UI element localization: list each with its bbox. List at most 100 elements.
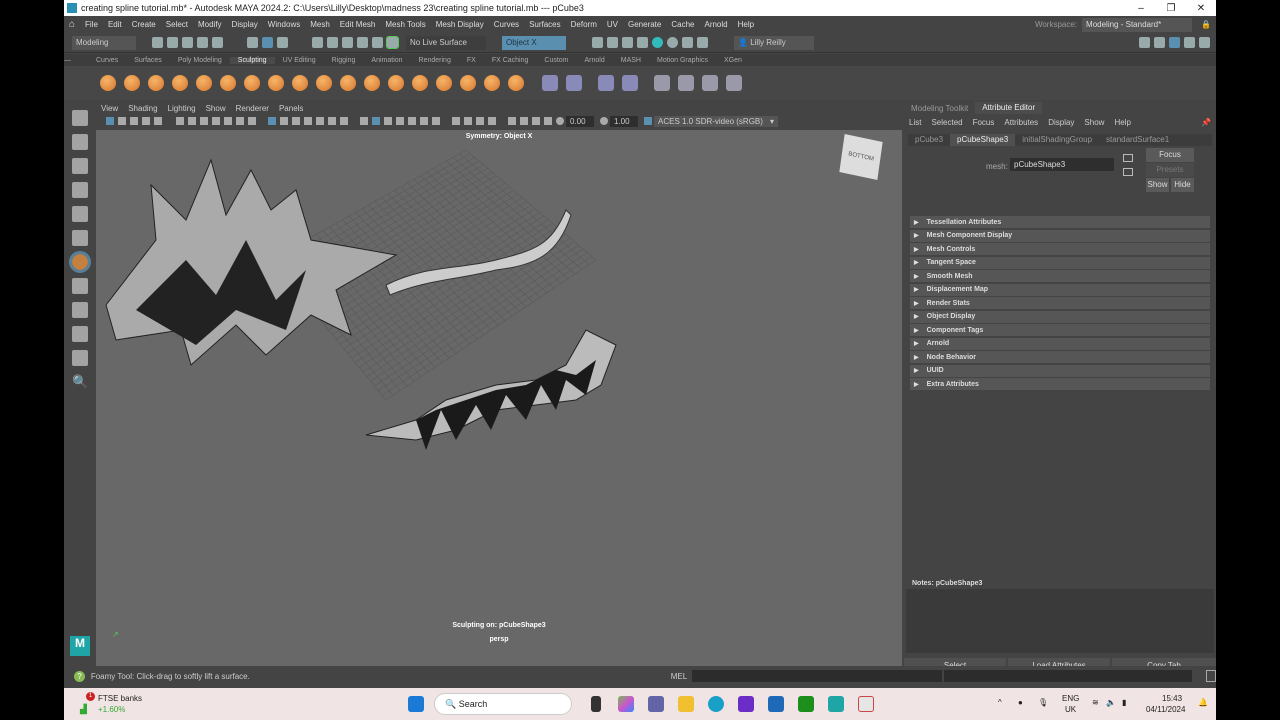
smooth-shade-icon[interactable]: [372, 117, 380, 125]
anti-aliasing-icon[interactable]: [476, 117, 484, 125]
rotate-tool-icon[interactable]: [72, 206, 88, 222]
menu-windows[interactable]: Windows: [268, 20, 300, 29]
menu-deform[interactable]: Deform: [571, 20, 597, 29]
hypershade-icon[interactable]: [652, 37, 663, 48]
ae-menu-help[interactable]: Help: [1114, 118, 1130, 127]
attribute-section[interactable]: ▶ Arnold: [910, 337, 1210, 351]
menu-mesh[interactable]: Mesh: [310, 20, 330, 29]
hide-button[interactable]: Hide: [1171, 178, 1194, 192]
xray-icon[interactable]: [304, 117, 312, 125]
image-plane-icon[interactable]: [142, 117, 150, 125]
menu-modify[interactable]: Modify: [198, 20, 222, 29]
shelf-tab[interactable]: Poly Modeling: [170, 57, 230, 64]
edge-icon[interactable]: [708, 696, 724, 712]
bulge-tool-icon[interactable]: [460, 75, 476, 91]
arnold-render-icon[interactable]: [667, 37, 678, 48]
grab-tool-icon[interactable]: [172, 75, 188, 91]
resolution-gate-icon[interactable]: [200, 117, 208, 125]
snapshot-icon[interactable]: [520, 117, 528, 125]
fill-tool-icon[interactable]: [388, 75, 404, 91]
shelf-tab[interactable]: Surfaces: [126, 57, 170, 64]
node-tab-standardsurface1[interactable]: standardSurface1: [1099, 134, 1176, 146]
view-cube[interactable]: BOTTOM: [839, 133, 883, 181]
lasso-tool-icon[interactable]: [72, 134, 88, 150]
vp-menu-view[interactable]: View: [101, 104, 118, 113]
shelf-tab[interactable]: Arnold: [577, 57, 613, 64]
language-top[interactable]: ENG: [1062, 694, 1079, 703]
ae-menu-selected[interactable]: Selected: [931, 118, 962, 127]
clock-date[interactable]: 04/11/2024: [1146, 705, 1185, 714]
ambient-occlusion-icon[interactable]: [452, 117, 460, 125]
convert-to-frozen-icon[interactable]: [542, 75, 558, 91]
shelf-tab[interactable]: UV Editing: [275, 57, 324, 64]
motion-blur-icon[interactable]: [464, 117, 472, 125]
select-tool-icon[interactable]: [72, 110, 88, 126]
invert-freeze-icon[interactable]: [598, 75, 614, 91]
expand-arrow-icon[interactable]: ▶: [914, 232, 919, 239]
gamma-field[interactable]: 1.00: [610, 115, 638, 127]
menu-mesh-tools[interactable]: Mesh Tools: [385, 20, 425, 29]
expand-arrow-icon[interactable]: ▶: [914, 286, 919, 293]
undo-icon[interactable]: [197, 37, 208, 48]
menu-uv[interactable]: UV: [607, 20, 618, 29]
script-editor-icon[interactable]: [1206, 670, 1217, 682]
store-icon[interactable]: [768, 696, 784, 712]
attribute-section[interactable]: ▶ Tangent Space: [910, 256, 1210, 270]
menu-help[interactable]: Help: [738, 20, 754, 29]
app-icon[interactable]: [738, 696, 754, 712]
modeling-toolkit-icon[interactable]: [1139, 37, 1150, 48]
isolate-icon[interactable]: [292, 117, 300, 125]
scale-tool-icon[interactable]: [72, 230, 88, 246]
move-tool-icon[interactable]: [72, 182, 88, 198]
ae-menu-show[interactable]: Show: [1084, 118, 1104, 127]
command-input[interactable]: [692, 670, 943, 682]
new-scene-icon[interactable]: [152, 37, 163, 48]
four-view-layout-icon[interactable]: [72, 302, 88, 318]
textures-toggle-icon[interactable]: [340, 117, 348, 125]
attribute-section[interactable]: ▶ Displacement Map: [910, 283, 1210, 297]
pencil-icon[interactable]: [248, 117, 256, 125]
widget-title[interactable]: FTSE banks: [98, 694, 142, 703]
language-bottom[interactable]: UK: [1065, 705, 1076, 714]
smear-tool-icon[interactable]: [436, 75, 452, 91]
copilot-icon[interactable]: [618, 696, 634, 712]
film-gate-icon[interactable]: [188, 117, 196, 125]
menu-surfaces[interactable]: Surfaces: [529, 20, 561, 29]
tab-attribute-editor[interactable]: Attribute Editor: [975, 102, 1043, 114]
workspace-dropdown[interactable]: Modeling - Standard*: [1082, 17, 1193, 32]
search-box[interactable]: 🔍 Search: [434, 693, 572, 715]
node-tab-pcube3[interactable]: pCube3: [908, 134, 950, 146]
menu-display[interactable]: Display: [232, 20, 258, 29]
smooth-tool-icon[interactable]: [124, 75, 140, 91]
paint-select-icon[interactable]: [72, 158, 88, 174]
snap-view-icon[interactable]: [357, 37, 368, 48]
snap-surface-icon[interactable]: [372, 37, 383, 48]
input-connection-icon[interactable]: [1123, 154, 1133, 162]
bookmarks-icon[interactable]: [130, 117, 138, 125]
select-component-icon[interactable]: [277, 37, 288, 48]
file-explorer-icon[interactable]: [678, 696, 694, 712]
menu-arnold[interactable]: Arnold: [704, 20, 727, 29]
menuset-dropdown[interactable]: Modeling: [72, 35, 136, 50]
render-settings-icon[interactable]: [637, 37, 648, 48]
wifi-icon[interactable]: ≋: [1092, 698, 1099, 707]
xbox-icon[interactable]: [798, 696, 814, 712]
vp-menu-show[interactable]: Show: [206, 104, 226, 113]
relax-tool-icon[interactable]: [148, 75, 164, 91]
maya-taskbar-icon[interactable]: [828, 696, 844, 712]
repeat-tool-icon[interactable]: [292, 75, 308, 91]
node-tab-pcubeshape3[interactable]: pCubeShape3: [950, 134, 1016, 146]
freeze-all-icon[interactable]: [622, 75, 638, 91]
camera-attributes-icon[interactable]: [118, 117, 126, 125]
minimize-button[interactable]: –: [1126, 3, 1156, 14]
vp-menu-panels[interactable]: Panels: [279, 104, 303, 113]
tab-modeling-toolkit[interactable]: Modeling Toolkit: [904, 104, 975, 113]
microphone-icon[interactable]: 🎙: [1038, 698, 1048, 707]
attribute-section[interactable]: ▶ Mesh Controls: [910, 243, 1210, 256]
imprint-tool-icon[interactable]: [316, 75, 332, 91]
select-hierarchy-icon[interactable]: [247, 37, 258, 48]
user-account-dropdown[interactable]: 👤 Lilly Reilly: [734, 35, 814, 50]
shelf-tab[interactable]: MASH: [613, 57, 649, 64]
attribute-section[interactable]: ▶ UUID: [910, 364, 1210, 378]
attribute-section[interactable]: ▶ Render Stats: [910, 297, 1210, 310]
